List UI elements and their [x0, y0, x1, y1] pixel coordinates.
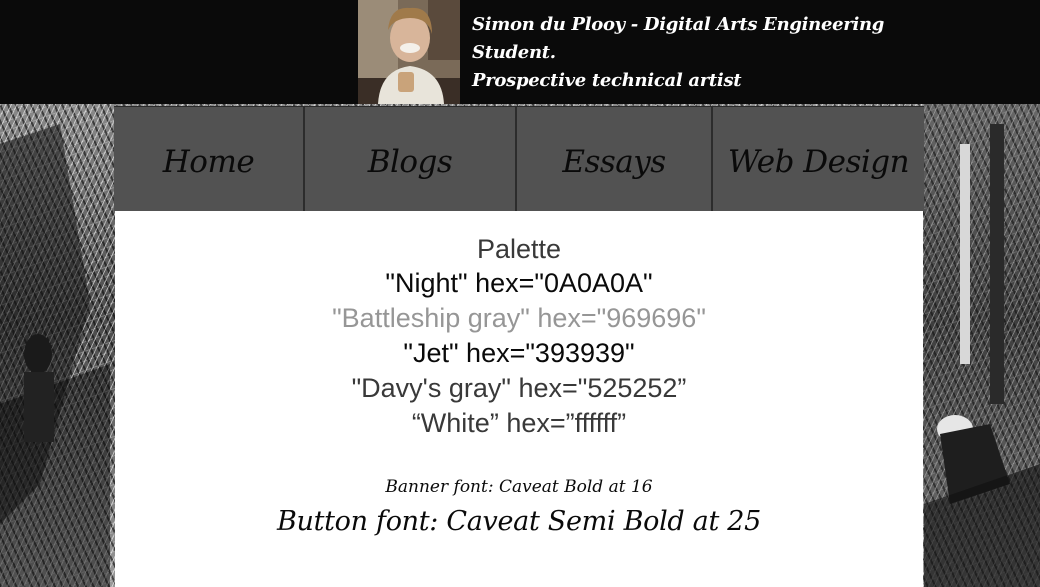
banner-line-1: Simon du Plooy - Digital Arts Engineerin… — [472, 14, 885, 35]
banner-title: Simon du Plooy - Digital Arts Engineerin… — [472, 11, 884, 95]
nav-essays-button[interactable]: Essays — [516, 107, 712, 211]
profile-photo-image — [358, 0, 460, 104]
palette-entry-night: "Night" hex="0A0A0A" — [385, 268, 653, 298]
palette-title: Palette — [476, 234, 562, 264]
main-navigation: Home Blogs Essays Web Design — [114, 106, 924, 211]
nav-blogs-label: Blogs — [367, 144, 453, 180]
nav-web-design-button[interactable]: Web Design — [712, 107, 924, 211]
palette-entry-davys-gray: "Davy's gray" hex="525252” — [351, 373, 687, 403]
header-banner: Simon du Plooy - Digital Arts Engineerin… — [0, 0, 1040, 104]
palette-entry-jet: "Jet" hex="393939" — [403, 338, 635, 368]
banner-line-2: Student. — [472, 42, 556, 63]
palette-entry-white: “White” hex=”ffffff” — [411, 408, 627, 438]
nav-essays-label: Essays — [562, 144, 666, 180]
profile-photo — [358, 0, 460, 104]
button-font-note: Button font: Caveat Semi Bold at 25 — [276, 506, 762, 537]
nav-home-button[interactable]: Home — [114, 107, 304, 211]
palette-entry-battleship-gray: "Battleship gray" hex="969696" — [332, 303, 706, 333]
content-panel: Palette "Night" hex="0A0A0A" "Battleship… — [115, 211, 923, 587]
nav-blogs-button[interactable]: Blogs — [304, 107, 516, 211]
nav-home-label: Home — [162, 144, 255, 180]
nav-web-design-label: Web Design — [727, 144, 910, 180]
banner-font-note: Banner font: Caveat Bold at 16 — [385, 477, 653, 497]
banner-line-3: Prospective technical artist — [472, 70, 742, 91]
